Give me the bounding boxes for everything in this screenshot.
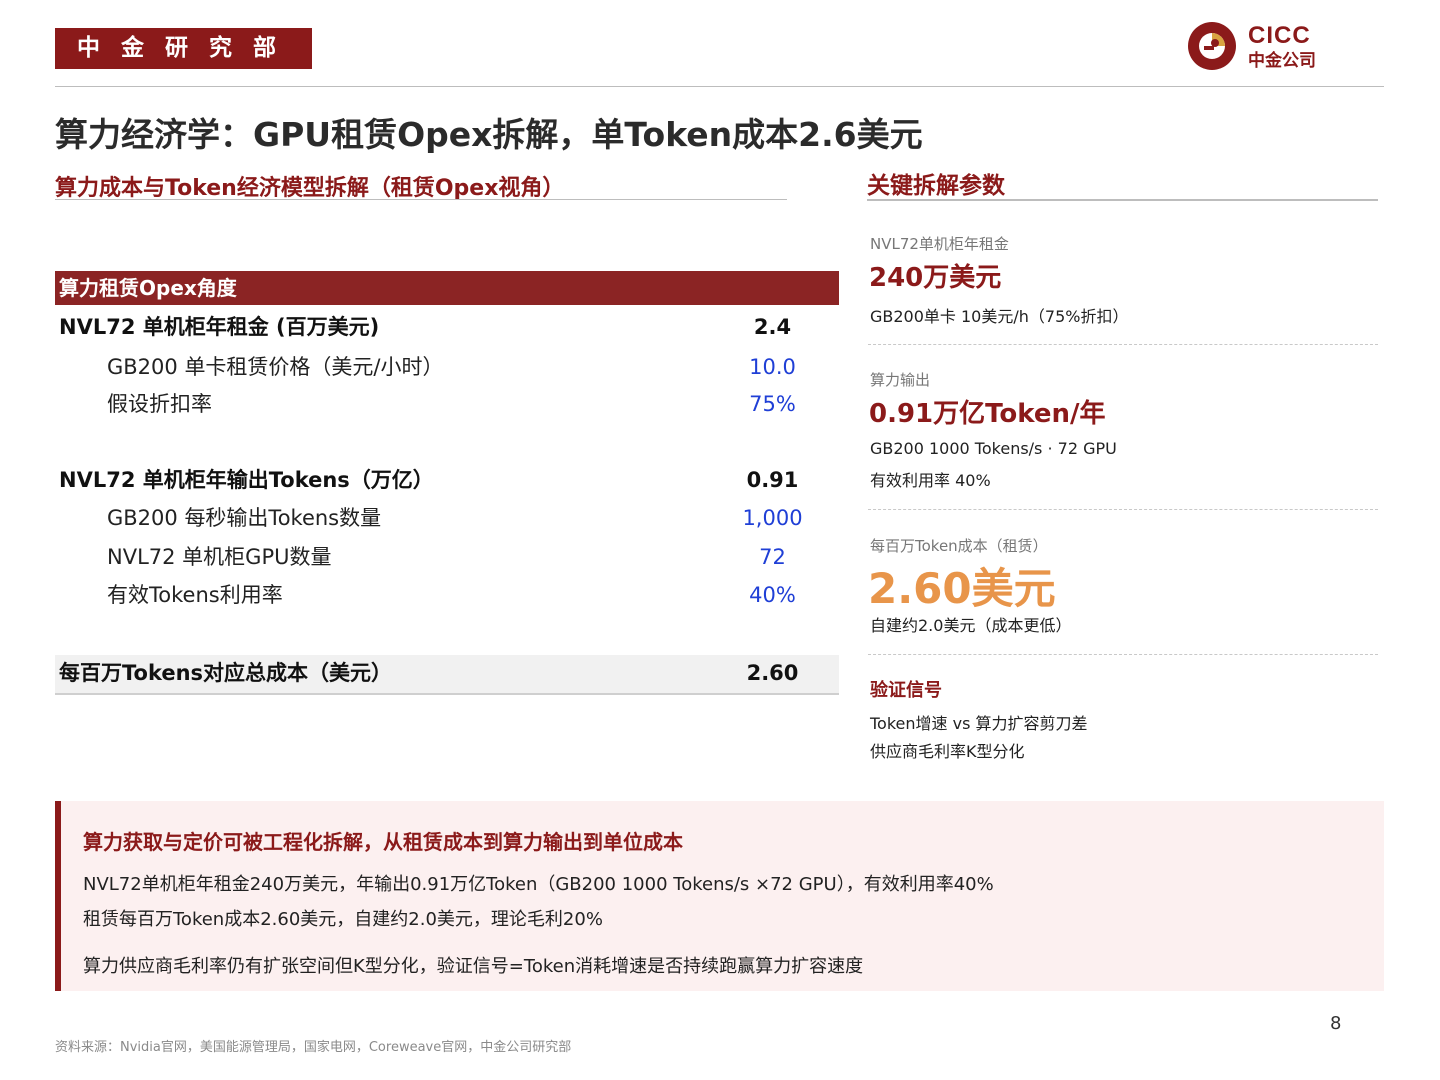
row-value: 0.91	[746, 468, 799, 492]
dashed-divider	[868, 344, 1378, 345]
callout-line-1: NVL72单机柜年租金240万美元，年输出0.91万亿Token（GB200 1…	[83, 874, 994, 895]
table-row: GB200 每秒输出Tokens数量 1,000	[55, 500, 839, 536]
callout-title: 算力获取与定价可被工程化拆解，从租赁成本到算力输出到单位成本	[83, 830, 683, 854]
signal-label: 验证信号	[870, 680, 942, 701]
cost-label: 每百万Token成本（租赁）	[870, 537, 1048, 555]
page-number: 8	[1330, 1013, 1342, 1034]
row-label: GB200 每秒输出Tokens数量	[107, 506, 382, 530]
callout-line-3: 算力供应商毛利率仍有扩张空间但K型分化，验证信号=Token消耗增速是否持续跑赢…	[83, 956, 864, 977]
row-label: GB200 单卡租赁价格（美元/小时）	[107, 355, 444, 379]
row-value: 2.60	[746, 661, 799, 685]
output-note-1: GB200 1000 Tokens/s · 72 GPU	[870, 439, 1117, 458]
rent-note: GB200单卡 10美元/h（75%折扣）	[870, 307, 1129, 326]
logo-chinese-text: 中金公司	[1248, 51, 1316, 71]
row-value: 1,000	[742, 506, 803, 530]
left-section-heading: 算力成本与Token经济模型拆解（租赁Opex视角）	[55, 176, 565, 201]
signal-line-1: Token增速 vs 算力扩容剪刀差	[870, 714, 1088, 733]
row-value: 40%	[749, 583, 796, 607]
callout-line-2: 租赁每百万Token成本2.60美元，自建约2.0美元，理论毛利20%	[83, 909, 603, 930]
dashed-divider	[868, 654, 1378, 655]
left-section-divider	[55, 199, 787, 200]
row-label: NVL72 单机柜年输出Tokens（万亿）	[59, 468, 434, 492]
table-row: 假设折扣率 75%	[55, 386, 839, 422]
row-value: 72	[759, 545, 786, 569]
right-panel-heading: 关键拆解参数	[867, 173, 1005, 199]
row-label: 有效Tokens利用率	[107, 583, 283, 607]
dashed-divider	[868, 509, 1378, 510]
department-banner: 中金研究部	[55, 28, 312, 69]
output-label: 算力输出	[870, 371, 931, 389]
cost-note: 自建约2.0美元（成本更低）	[870, 616, 1072, 635]
header-divider	[55, 86, 1384, 87]
source-note: 资料来源：Nvidia官网，美国能源管理局，国家电网，Coreweave官网，中…	[55, 1040, 572, 1055]
table-row: NVL72 单机柜年输出Tokens（万亿） 0.91	[55, 462, 839, 498]
rent-value: 240万美元	[869, 263, 1002, 293]
table-row: NVL72 单机柜GPU数量 72	[55, 539, 839, 575]
table-row: GB200 单卡租赁价格（美元/小时） 10.0	[55, 349, 839, 385]
page-title: 算力经济学：GPU租赁Opex拆解，单Token成本2.6美元	[55, 115, 923, 154]
cicc-logo-icon	[1188, 22, 1236, 70]
rent-label: NVL72单机柜年租金	[870, 235, 1009, 253]
right-panel-divider	[867, 199, 1378, 201]
cicc-logo: CICC 中金公司	[1186, 20, 1346, 72]
row-value: 75%	[749, 392, 796, 416]
output-value: 0.91万亿Token/年	[869, 399, 1106, 429]
row-label: NVL72 单机柜GPU数量	[107, 545, 332, 569]
row-value: 10.0	[749, 355, 796, 379]
signal-line-2: 供应商毛利率K型分化	[870, 742, 1025, 761]
table-row: NVL72 单机柜年租金 (百万美元) 2.4	[55, 309, 839, 345]
row-label: NVL72 单机柜年租金 (百万美元)	[59, 315, 380, 339]
cost-value: 2.60美元	[868, 564, 1056, 613]
table-header: 算力租赁Opex角度	[55, 271, 839, 305]
row-value: 2.4	[753, 315, 792, 339]
row-label: 假设折扣率	[107, 392, 212, 416]
row-label: 每百万Tokens对应总成本（美元）	[59, 661, 393, 685]
table-total-row: 每百万Tokens对应总成本（美元） 2.60	[55, 655, 839, 695]
table-row: 有效Tokens利用率 40%	[55, 577, 839, 613]
output-note-2: 有效利用率 40%	[870, 471, 991, 490]
